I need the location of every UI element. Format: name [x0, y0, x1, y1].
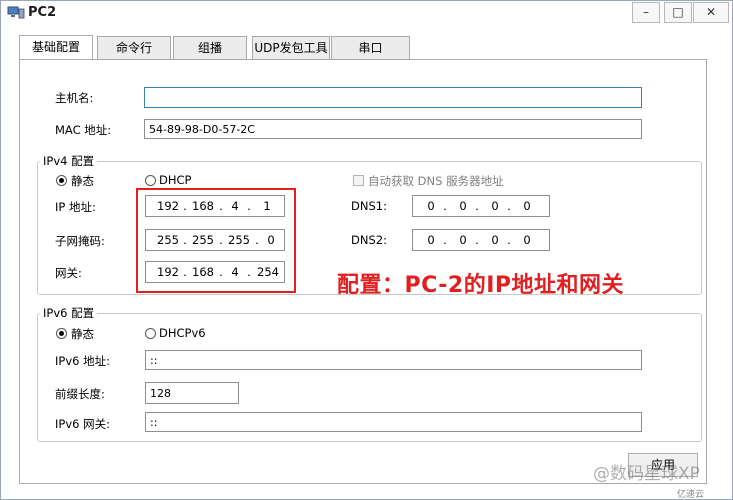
highlight-box [136, 188, 296, 293]
tab-serial[interactable]: 串口 [331, 36, 410, 59]
ip-address-label: IP 地址: [55, 200, 96, 214]
tab-multicast[interactable]: 组播 [173, 36, 247, 59]
ipv4-dhcp-label: DHCP [159, 173, 192, 187]
mac-label: MAC 地址: [55, 123, 112, 137]
ipv6-group-title: IPv6 配置 [40, 305, 98, 321]
ipv6-address-label: IPv6 地址: [55, 354, 110, 368]
dns2-dot: . [443, 233, 447, 247]
ipv4-group-title: IPv4 配置 [40, 153, 98, 169]
ipv6-gateway-label: IPv6 网关: [55, 417, 110, 431]
dns1-input[interactable]: 0 . 0 . 0 . 0 [412, 195, 550, 217]
ipv6-gateway-input[interactable]: :: [145, 412, 642, 432]
pc2-config-window: PC2 – □ ✕ 基础配置 命令行 组播 UDP发包工具 串口 主机名: MA… [0, 0, 733, 500]
dns1-octet-2: 0 [459, 199, 467, 213]
dns2-octet-1: 0 [427, 233, 435, 247]
tab-command-line[interactable]: 命令行 [97, 36, 171, 59]
tab-basic-config[interactable]: 基础配置 [19, 35, 93, 60]
annotation-text: 配置：PC-2的IP地址和网关 [337, 273, 625, 298]
ipv4-static-radio[interactable] [56, 175, 67, 186]
window-title: PC2 [28, 5, 57, 20]
ipv6-dhcpv6-label: DHCPv6 [159, 326, 206, 340]
watermark: @数码星球XP [593, 464, 700, 484]
minimize-button[interactable]: – [632, 2, 660, 23]
ipv4-static-label: 静态 [71, 174, 94, 188]
ipv6-static-label: 静态 [71, 327, 94, 341]
dns2-octet-2: 0 [459, 233, 467, 247]
pc-app-icon [7, 6, 25, 19]
dns2-input[interactable]: 0 . 0 . 0 . 0 [412, 229, 550, 251]
watermark-small: 亿速云 [677, 490, 705, 500]
gateway-label: 网关: [55, 266, 82, 280]
dns1-octet-4: 0 [523, 199, 531, 213]
dns2-dot: . [475, 233, 479, 247]
prefix-length-input[interactable]: 128 [145, 382, 239, 404]
prefix-length-label: 前缀长度: [55, 387, 105, 401]
dns2-dot: . [507, 233, 511, 247]
auto-dns-label: 自动获取 DNS 服务器地址 [368, 174, 504, 188]
maximize-button[interactable]: □ [664, 2, 692, 23]
dns2-octet-4: 0 [523, 233, 531, 247]
ipv6-static-radio[interactable] [56, 328, 67, 339]
tab-udp-tool[interactable]: UDP发包工具 [252, 36, 330, 59]
ipv4-dhcp-radio[interactable] [145, 175, 156, 186]
close-button[interactable]: ✕ [693, 2, 729, 23]
ipv6-address-input[interactable]: :: [145, 350, 642, 370]
ipv6-dhcpv6-radio[interactable] [145, 328, 156, 339]
dns1-dot: . [475, 199, 479, 213]
dns2-octet-3: 0 [491, 233, 499, 247]
dns2-label: DNS2: [351, 233, 387, 247]
auto-dns-checkbox[interactable] [353, 175, 364, 186]
dns1-label: DNS1: [351, 199, 387, 213]
dns1-octet-1: 0 [427, 199, 435, 213]
subnet-mask-label: 子网掩码: [55, 234, 105, 248]
hostname-input[interactable] [144, 87, 642, 108]
dns1-dot: . [443, 199, 447, 213]
dns1-octet-3: 0 [491, 199, 499, 213]
hostname-label: 主机名: [55, 91, 94, 105]
title-bar: PC2 – □ ✕ [1, 1, 732, 25]
dns1-dot: . [507, 199, 511, 213]
mac-address-field[interactable]: 54-89-98-D0-57-2C [144, 119, 642, 139]
